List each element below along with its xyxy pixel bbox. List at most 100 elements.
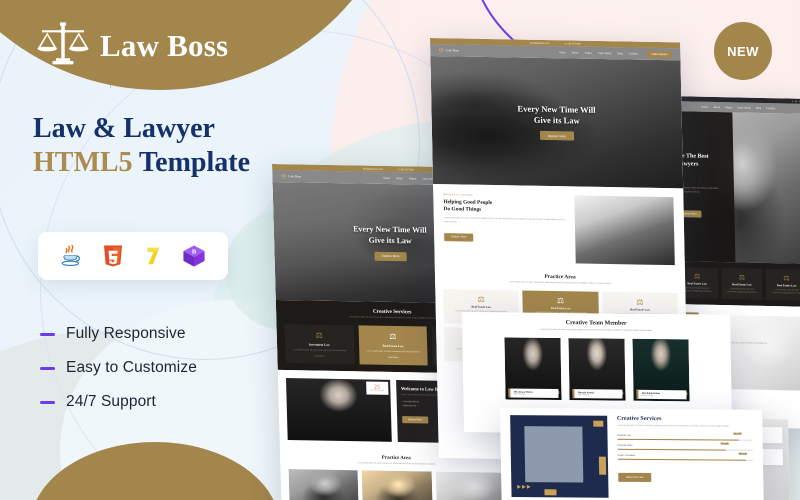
hero-title-line-1: Every New Time Will xyxy=(517,103,596,115)
services-form: Creative Services Lorem ipsum dolor sit … xyxy=(617,416,754,499)
jquery-seven-icon xyxy=(139,242,167,270)
browser-dot xyxy=(791,100,794,102)
javascript-icon xyxy=(58,242,86,270)
headline-line-1: Law & Lawyer xyxy=(33,113,215,144)
about-eyebrow: Welcome to Law Boss xyxy=(443,193,473,197)
topbar-phone[interactable]: +1 234 567 890 xyxy=(397,168,414,171)
services-button[interactable]: About Our Law xyxy=(617,472,652,482)
hero-title: Every New Time Will Give its Law xyxy=(353,225,427,248)
scales-icon: ⚖ xyxy=(477,294,485,304)
skill-fill xyxy=(617,438,740,441)
dash-icon xyxy=(40,366,55,370)
feature-item-0: Fully Responsive xyxy=(40,325,197,343)
hero-section-right: We The Best Lawyers Lorem ipsum dolor si… xyxy=(668,110,800,264)
practice-cards-right: ⚖ Real Estate Law Lorem ipsum dolor sit … xyxy=(671,260,800,307)
service-card-text: Lorem ipsum dolor sit amet consectetur e… xyxy=(366,350,421,354)
nav-appointment-button[interactable]: Make Appoint xyxy=(646,50,673,58)
team-title: Creative Team Member xyxy=(565,320,627,327)
feature-item-2: 24/7 Support xyxy=(40,393,197,411)
practice-photo-card[interactable]: Judicial Rights xyxy=(435,471,506,500)
about-title: Helping Good People Do Good Things xyxy=(443,199,568,215)
hero-title: Every New Time Will Give its Law xyxy=(517,103,596,127)
practice-card-text: Lorem ipsum dolor sit amet consectetur a… xyxy=(727,288,758,294)
team-member-role: Web Developer xyxy=(513,393,527,396)
feature-label: Easy to Customize xyxy=(66,359,197,376)
mockup-brand-name: Law Boss xyxy=(446,48,459,53)
service-card-title: Real Estate Law xyxy=(382,343,404,349)
topbar-email[interactable]: info@lawboss.com xyxy=(363,167,383,170)
team-member-info: Md. Anwar Hosen Web Developer xyxy=(508,388,559,399)
nav-item-pages[interactable]: Pages xyxy=(409,177,416,180)
nav-item-home[interactable]: Home xyxy=(701,105,708,108)
practice-card[interactable]: ⚖ Real Estate Law Lorem ipsum dolor sit … xyxy=(765,268,800,301)
feature-list: Fully Responsive Easy to Customize 24/7 … xyxy=(40,325,197,411)
nav-item-pages[interactable]: Pages xyxy=(585,51,592,54)
nav-item-home[interactable]: Home xyxy=(383,176,390,179)
service-card[interactable]: ⚖ Investment Law Lorem ipsum dolor sit a… xyxy=(284,324,355,365)
skill-label: Personal Claim xyxy=(617,444,633,447)
nav-item-about[interactable]: About xyxy=(572,51,579,54)
new-badge: NEW xyxy=(714,22,772,80)
welcome-button[interactable]: Explore More xyxy=(401,416,429,424)
nav-item-case-study[interactable]: Case Study xyxy=(737,106,750,109)
nav-item-about[interactable]: About xyxy=(396,177,403,180)
skill-bars: Business Law 90% Personal Claim 80% Expe… xyxy=(617,432,753,461)
hero-cta-button[interactable]: Explore More xyxy=(540,131,575,141)
skill-track xyxy=(617,438,753,441)
dash-icon xyxy=(40,332,55,336)
accent-bar xyxy=(598,456,607,475)
brand-logo: Law Boss xyxy=(34,18,228,74)
bootstrap-icon: B xyxy=(180,242,208,270)
team-member-card[interactable]: + Md. Anwar Hosen Web Developer xyxy=(504,337,562,401)
law-icon: ⚖ xyxy=(738,274,746,282)
practice-photo-card[interactable]: Business Consult xyxy=(288,469,360,500)
service-card-link[interactable]: Read More xyxy=(388,357,398,359)
practice-card-title: Real Estate Law xyxy=(471,305,492,309)
services-visual: ▶▶▶ xyxy=(510,415,609,498)
browser-dot xyxy=(795,100,797,102)
service-card-active[interactable]: ⚖ Real Estate Law Lorem ipsum dolor sit … xyxy=(358,325,429,366)
welcome-bullet-label: Criminal Defense xyxy=(403,401,420,404)
nav-item-blog[interactable]: Blog xyxy=(617,52,622,55)
skill-value: 80% xyxy=(720,442,729,445)
nav-item-home[interactable]: Home xyxy=(559,51,566,54)
team-member-card[interactable]: + Md. Rabiul Islam Senior Lawyer xyxy=(632,338,690,402)
skill-value: 90% xyxy=(733,432,742,435)
nav-item-contact[interactable]: Contact xyxy=(629,52,638,55)
headline-rest: Template xyxy=(132,147,251,179)
about-button[interactable]: Explore More xyxy=(444,232,474,242)
team-member-info: Mostafa Kamal Web Designer xyxy=(572,389,623,399)
nav-item-pages[interactable]: Pages xyxy=(725,106,732,109)
services-body: Lorem ipsum dolor sit amet consectetur a… xyxy=(617,424,730,428)
brand-name: Law Boss xyxy=(100,28,229,63)
skill-bar: Business Law 90% xyxy=(617,432,753,441)
services-photo xyxy=(523,426,583,483)
topbar-phone[interactable]: +1 234 567 890 xyxy=(564,42,581,45)
team-member-card[interactable]: + Mostafa Kamal Web Designer xyxy=(568,338,626,401)
experience-badge: 25 Years Of Experience xyxy=(365,381,389,395)
practice-photo xyxy=(361,470,433,500)
practice-photo xyxy=(288,469,360,500)
mockup-creative-services[interactable]: ▶▶▶ Creative Services Lorem ipsum dolor … xyxy=(500,408,764,500)
practice-card-title: Real Estate Law xyxy=(630,308,650,312)
welcome-bullet-label: Business Law xyxy=(403,405,417,408)
services-title: Creative Services xyxy=(616,415,662,423)
about-section: Welcome to Law Boss Helping Good People … xyxy=(433,183,685,272)
nav-item-case-study[interactable]: Case Study xyxy=(598,51,611,54)
nav-item-about[interactable]: About xyxy=(713,105,720,108)
hero-cta-button[interactable]: Explore More xyxy=(374,251,407,262)
service-card-link[interactable]: Read More xyxy=(315,356,325,358)
practice-photo-card-active[interactable]: Real Estate Law xyxy=(361,470,433,500)
skill-label: Business Law xyxy=(617,434,631,437)
nav-item-contact[interactable]: Contact xyxy=(766,107,775,110)
hero-title-line-2: Give its Law xyxy=(533,114,580,126)
law-icon: ⚖ xyxy=(693,273,701,281)
practice-card-text: Lorem ipsum dolor sit amet consectetur a… xyxy=(771,289,800,295)
practice-card[interactable]: ⚖ Real Estate Law Lorem ipsum dolor sit … xyxy=(721,268,763,300)
topbar-email[interactable]: info@lawboss.com xyxy=(530,41,550,44)
experience-label: Years Of Experience xyxy=(369,390,385,392)
nav-item-blog[interactable]: Blog xyxy=(756,106,761,109)
about-text: Welcome to Law Boss Helping Good People … xyxy=(443,193,570,263)
arrow-icon: ▶▶▶ xyxy=(517,484,532,491)
welcome-photo xyxy=(721,314,800,391)
